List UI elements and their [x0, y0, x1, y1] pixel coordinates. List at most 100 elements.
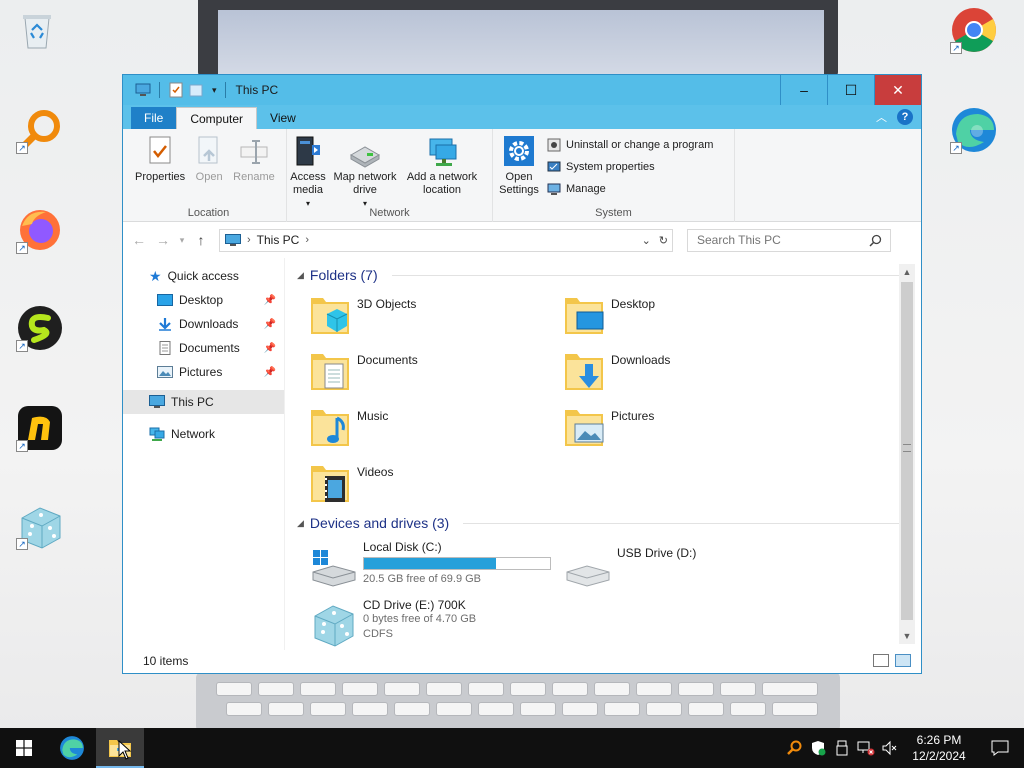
- rename-icon: [240, 140, 268, 164]
- s-app-icon[interactable]: ↗: [16, 304, 64, 352]
- security-shield-icon[interactable]: [806, 728, 830, 768]
- ribbon-group-network: Access media ▾ Map network drive ▾ Add a…: [287, 129, 493, 222]
- search-tool-app-icon[interactable]: ↗: [16, 106, 64, 154]
- forward-button[interactable]: →: [153, 232, 173, 248]
- window-title: This PC: [235, 83, 279, 97]
- edge-icon[interactable]: ↗: [950, 106, 998, 154]
- folders-header-label: Folders (7): [309, 267, 378, 283]
- drive-usb-d[interactable]: USB Drive (D:): [563, 538, 817, 590]
- folder-pictures[interactable]: Pictures: [563, 404, 817, 452]
- system-properties-button[interactable]: System properties: [547, 157, 713, 176]
- ribbon-group-system: Open Settings Uninstall or change a prog…: [493, 129, 735, 222]
- settings-gear-icon: [504, 136, 534, 166]
- folder-videos[interactable]: Videos: [309, 460, 563, 508]
- help-icon[interactable]: ?: [897, 109, 913, 125]
- search-icon[interactable]: [869, 234, 882, 247]
- dice-app-icon[interactable]: ↗: [16, 502, 64, 550]
- nav-documents[interactable]: Documents 📌: [123, 336, 284, 360]
- scroll-up-arrow-icon[interactable]: ▲: [899, 264, 915, 280]
- drive-usage-fill: [364, 558, 496, 569]
- recycle-bin-icon[interactable]: [16, 10, 64, 58]
- properties-label: Properties: [135, 171, 186, 183]
- this-pc-icon: [149, 395, 165, 408]
- taskbar-clock[interactable]: 6:26 PM 12/2/2024: [902, 732, 976, 764]
- tab-file[interactable]: File: [131, 107, 177, 129]
- large-icons-view-icon[interactable]: [895, 654, 911, 667]
- folder-3d-objects[interactable]: 3D Objects: [309, 292, 563, 340]
- scroll-down-arrow-icon[interactable]: ▼: [899, 628, 915, 644]
- new-folder-quick-icon[interactable]: [188, 82, 204, 98]
- uninstall-program-button[interactable]: Uninstall or change a program: [547, 135, 713, 154]
- refresh-icon[interactable]: ↻: [659, 234, 668, 247]
- maximize-button[interactable]: ☐: [827, 75, 874, 105]
- address-separator-icon[interactable]: ›: [305, 234, 309, 246]
- nav-network[interactable]: Network: [123, 422, 284, 446]
- chrome-icon[interactable]: ↗: [950, 6, 998, 54]
- nav-pictures[interactable]: Pictures 📌: [123, 360, 284, 384]
- folder-downloads[interactable]: Downloads: [563, 348, 817, 396]
- star-icon: ★: [149, 267, 162, 284]
- nav-desktop[interactable]: Desktop 📌: [123, 288, 284, 312]
- notifications-button[interactable]: [976, 740, 1024, 756]
- back-button[interactable]: ←: [129, 232, 149, 248]
- properties-quick-icon[interactable]: [168, 82, 184, 98]
- 3d-objects-folder-icon: [311, 298, 349, 334]
- nav-downloads[interactable]: Downloads 📌: [123, 312, 284, 336]
- nav-this-pc[interactable]: This PC: [123, 390, 284, 414]
- nav-quick-access[interactable]: ★ Quick access: [123, 264, 284, 288]
- folders-section-header[interactable]: ◢ Folders (7): [297, 264, 921, 286]
- vertical-scrollbar[interactable]: ▲ ▼: [899, 264, 915, 644]
- address-bar[interactable]: › This PC › ⌄ ↻: [219, 228, 673, 252]
- close-button[interactable]: ✕: [874, 75, 921, 105]
- drive-cd-e[interactable]: CD Drive (E:) 700K 0 bytes free of 4.70 …: [309, 596, 563, 648]
- details-view-icon[interactable]: [873, 654, 889, 667]
- drive-local-c[interactable]: Local Disk (C:) 20.5 GB free of 69.9 GB: [309, 538, 563, 590]
- search-input[interactable]: [697, 233, 857, 247]
- this-pc-address-icon: [225, 233, 241, 246]
- search-box[interactable]: [687, 228, 891, 252]
- start-button[interactable]: [0, 728, 48, 768]
- minimize-button[interactable]: –: [780, 75, 827, 105]
- volume-muted-icon[interactable]: [878, 728, 902, 768]
- customize-qat-chevron-icon[interactable]: ▾: [212, 85, 217, 96]
- pin-icon[interactable]: 📌: [264, 343, 276, 354]
- system-tray: 6:26 PM 12/2/2024: [782, 728, 1024, 768]
- pin-icon[interactable]: 📌: [264, 319, 276, 330]
- address-separator-icon[interactable]: ›: [247, 234, 251, 246]
- folder-documents[interactable]: Documents: [309, 348, 563, 396]
- folder-desktop[interactable]: Desktop: [563, 292, 817, 340]
- devices-section-header[interactable]: ◢ Devices and drives (3): [297, 512, 921, 534]
- nav-quick-access-label: Quick access: [167, 269, 239, 283]
- network-disconnected-icon[interactable]: [854, 728, 878, 768]
- collapse-caret-icon[interactable]: ◢: [297, 270, 304, 281]
- cd-drive-dice-icon: [314, 605, 354, 647]
- ribbon: Properties Open Rename Location Access m…: [123, 129, 921, 222]
- tab-view[interactable]: View: [257, 107, 309, 129]
- up-button[interactable]: ↑: [191, 232, 211, 248]
- manage-button[interactable]: Manage: [547, 179, 713, 198]
- firefox-icon[interactable]: ↗: [16, 206, 64, 254]
- collapse-caret-icon[interactable]: ◢: [297, 518, 304, 529]
- folder-music[interactable]: Music: [309, 404, 563, 452]
- n-app-icon[interactable]: ↗: [16, 404, 64, 452]
- clock-time: 6:26 PM: [916, 733, 962, 747]
- tray-search-tool-icon[interactable]: [782, 728, 806, 768]
- usb-device-icon[interactable]: [830, 728, 854, 768]
- nav-pictures-label: Pictures: [179, 365, 223, 379]
- media-server-icon: [296, 136, 320, 166]
- devices-header-label: Devices and drives (3): [309, 515, 450, 531]
- address-dropdown-chevron-icon[interactable]: ⌄: [642, 234, 651, 247]
- map-drive-label: Map network drive: [333, 171, 397, 196]
- taskbar-edge-button[interactable]: [48, 728, 96, 768]
- location-group-label: Location: [187, 207, 230, 219]
- uninstall-label: Uninstall or change a program: [566, 138, 714, 151]
- address-path[interactable]: This PC: [257, 233, 300, 247]
- pin-icon[interactable]: 📌: [264, 367, 276, 378]
- collapse-ribbon-chevron-icon[interactable]: ︿: [876, 109, 887, 125]
- tab-computer[interactable]: Computer: [176, 107, 258, 129]
- documents-folder-icon: [311, 354, 349, 390]
- taskbar-file-explorer-button[interactable]: [96, 728, 144, 768]
- recent-locations-chevron-icon[interactable]: ▾: [177, 235, 187, 246]
- network-location-icon: [429, 138, 457, 166]
- pin-icon[interactable]: 📌: [264, 295, 276, 306]
